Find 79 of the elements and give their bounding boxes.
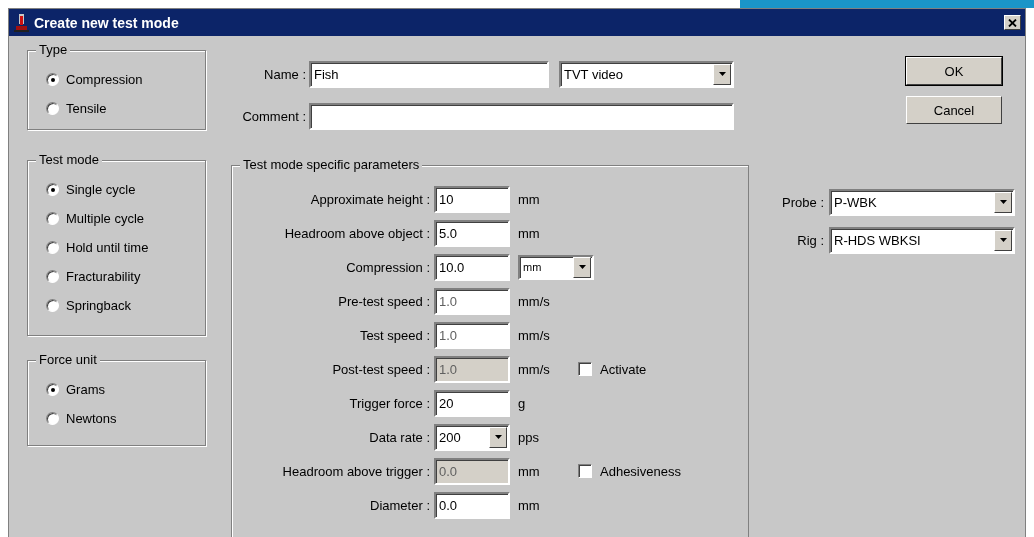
dialog-button[interactable]: Cancel <box>906 96 1002 124</box>
field-label: Approximate height : <box>309 191 431 207</box>
input-field[interactable]: 10.0 <box>434 253 510 281</box>
dropdown-field[interactable]: R-HDS WBKSI <box>829 226 1015 254</box>
input-field[interactable]: 1.0 <box>434 287 510 315</box>
checkbox-label: Activate <box>600 361 647 377</box>
caret-icon <box>999 200 1007 204</box>
input-field[interactable]: 20 <box>434 389 510 417</box>
field-label: Comment : <box>241 108 307 124</box>
radio-label: Compression <box>66 72 143 87</box>
field-label: Headroom above object : <box>283 225 431 241</box>
caret-icon <box>578 265 586 269</box>
dropdown-field[interactable]: P-WBK <box>829 188 1015 216</box>
caret-icon <box>718 72 726 76</box>
close-button[interactable] <box>1004 15 1021 30</box>
dropdown-button[interactable] <box>713 63 731 85</box>
field-label: Data rate : <box>368 429 431 445</box>
unit-label: mm/s <box>518 294 550 309</box>
radio-button[interactable] <box>46 183 59 196</box>
input-field[interactable]: 1.0 <box>434 321 510 349</box>
input-field[interactable]: 0.0 <box>434 491 510 519</box>
unit-label: mm <box>518 498 540 513</box>
radio-label: Tensile <box>66 101 107 116</box>
field-label: Test speed : <box>358 327 431 343</box>
dropdown-field[interactable]: TVT video <box>559 60 734 88</box>
checkbox[interactable] <box>578 362 592 376</box>
close-icon <box>1008 18 1017 27</box>
radio-button[interactable] <box>46 212 59 225</box>
checkbox[interactable] <box>578 464 592 478</box>
input-field[interactable] <box>309 102 734 130</box>
dropdown-button[interactable] <box>994 191 1012 213</box>
input-field[interactable]: 10 <box>434 185 510 213</box>
radio-button[interactable] <box>46 383 59 396</box>
radio-button[interactable] <box>46 412 59 425</box>
radio-label: Grams <box>66 382 105 397</box>
checkbox-label: Adhesiveness <box>600 463 681 479</box>
radio-button[interactable] <box>46 270 59 283</box>
field-label: Probe : <box>782 194 825 210</box>
unit-label: mm <box>518 226 540 241</box>
field-label: Headroom above trigger : <box>281 463 431 479</box>
field-label: Name : <box>263 66 307 82</box>
radio-label: Springback <box>66 298 132 313</box>
dialog-button[interactable]: OK <box>906 57 1002 85</box>
unit-label: mm <box>518 464 540 479</box>
unit-label: mm/s <box>518 328 550 343</box>
field-label: Diameter : <box>369 497 431 513</box>
unit-label: mm <box>518 192 540 207</box>
field-label: Compression : <box>345 259 431 275</box>
dropdown-button[interactable] <box>489 426 507 448</box>
radio-button[interactable] <box>46 102 59 115</box>
app-icon <box>14 13 29 32</box>
radio-label: Newtons <box>66 411 117 426</box>
field-label: Pre-test speed : <box>337 293 431 309</box>
caret-icon <box>494 435 502 439</box>
unit-label: g <box>518 396 526 411</box>
radio-label: Single cycle <box>66 182 136 197</box>
field-label: Post-test speed : <box>331 361 431 377</box>
radio-label: Hold until time <box>66 240 149 255</box>
radio-button[interactable] <box>46 73 59 86</box>
radio-label: Fracturability <box>66 269 141 284</box>
radio-label: Multiple cycle <box>66 211 145 226</box>
dropdown-field[interactable]: 200 <box>434 423 510 451</box>
dropdown-button[interactable] <box>994 229 1012 251</box>
window-title: Create new test mode <box>34 14 180 31</box>
group-title: Type <box>36 42 71 57</box>
group-title: Force unit <box>36 352 100 367</box>
field-label: Trigger force : <box>348 395 431 411</box>
input-field[interactable]: 5.0 <box>434 219 510 247</box>
field-label: Rig : <box>797 232 825 248</box>
unit-label: mm/s <box>518 362 550 377</box>
dropdown-button[interactable] <box>573 256 591 278</box>
radio-button[interactable] <box>46 241 59 254</box>
caret-icon <box>999 238 1007 242</box>
group-title: Test mode specific parameters <box>240 157 423 172</box>
dropdown-field[interactable]: mm <box>518 254 594 280</box>
unit-label: pps <box>518 430 539 445</box>
group-title: Test mode <box>36 152 102 167</box>
input-field[interactable]: Fish <box>309 60 549 88</box>
radio-button[interactable] <box>46 299 59 312</box>
